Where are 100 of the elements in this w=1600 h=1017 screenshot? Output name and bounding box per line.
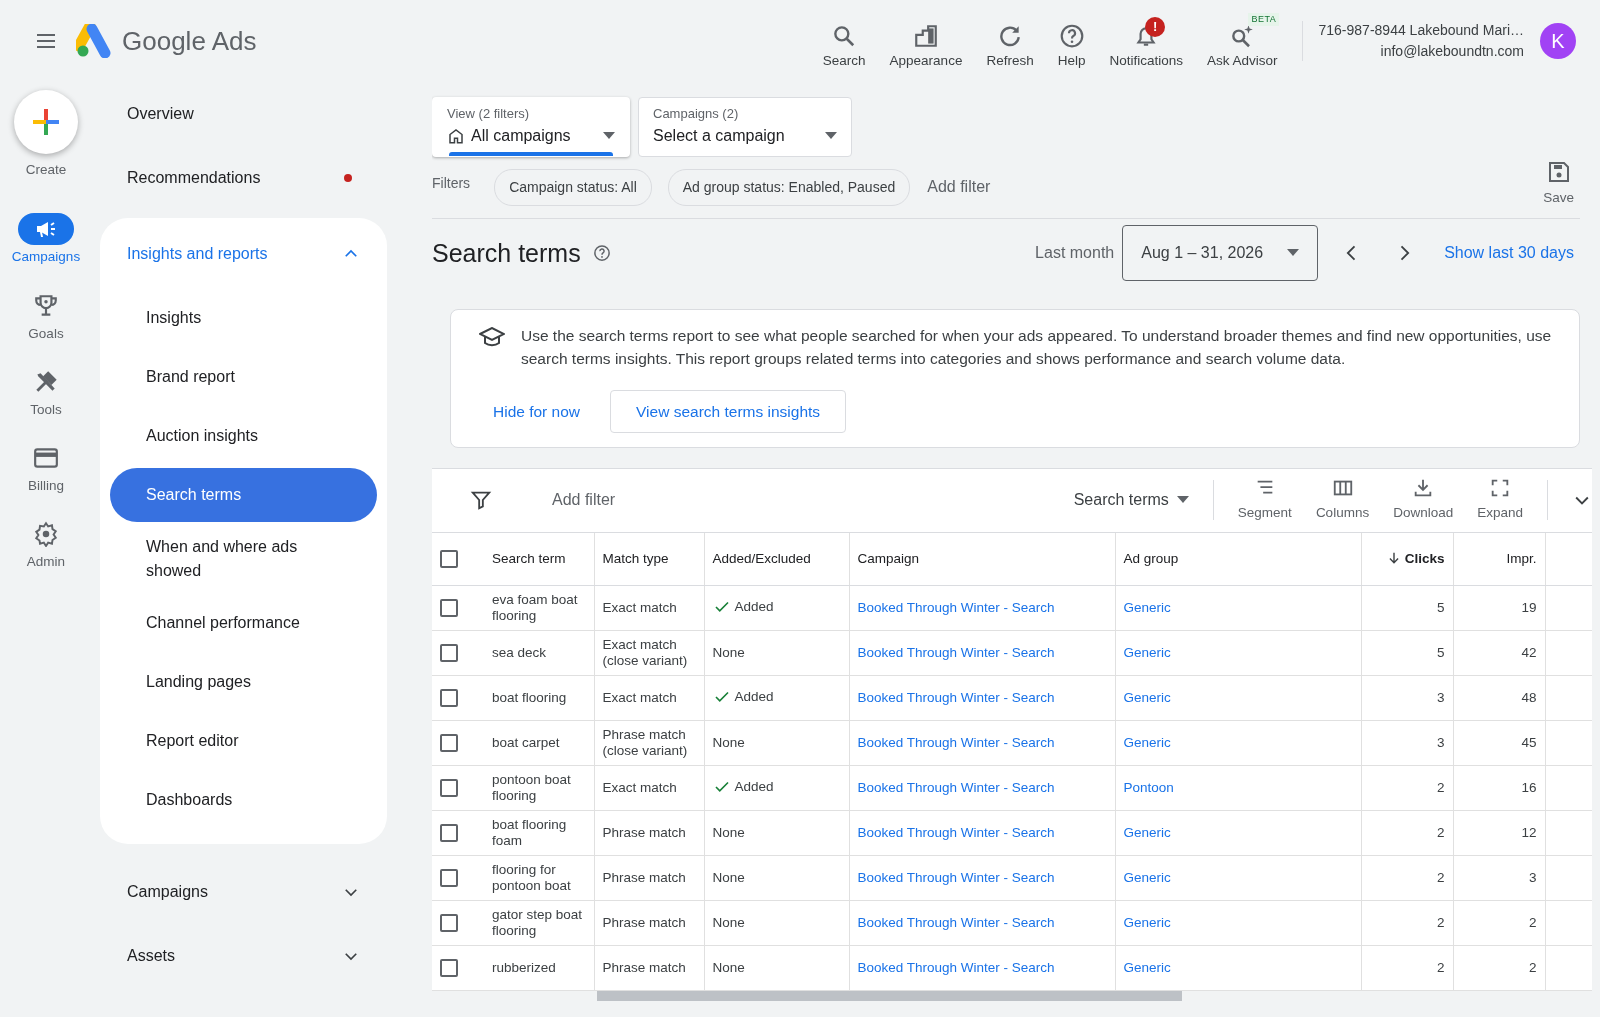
toolbar-action[interactable]: Segment [1225,477,1304,524]
row-checkbox[interactable] [440,959,458,978]
row-checkbox[interactable] [440,824,458,843]
column-header[interactable]: Ad group [1115,532,1361,586]
toolbar-action[interactable]: Columns [1303,477,1382,524]
table-link[interactable]: Generic [1123,915,1171,931]
save-button[interactable]: Save [1537,158,1580,210]
avatar[interactable]: K [1540,23,1576,59]
table-link[interactable]: Booked Through Winter - Search [857,735,1055,751]
row-checkbox[interactable] [440,869,458,888]
toolbar-button[interactable]: Search [814,10,874,72]
filter-icon[interactable] [470,489,492,512]
table-link[interactable]: Booked Through Winter - Search [857,870,1055,886]
row-checkbox[interactable] [440,734,458,753]
nav-subitem[interactable]: Insights [110,291,377,345]
nav-group-header[interactable]: Insights and reports [110,222,377,286]
table-link[interactable]: Generic [1123,825,1171,841]
table-cell: 2 [1437,915,1445,931]
table-link[interactable]: Generic [1123,870,1171,886]
table-cell: 12 [1521,825,1537,841]
bar-chart-icon [913,22,939,49]
column-header[interactable]: Search term [484,532,594,586]
help-icon[interactable] [592,243,611,262]
row-checkbox[interactable] [440,779,458,798]
column-header[interactable]: Match type [594,532,704,586]
table-link[interactable]: Generic [1123,960,1171,976]
table-cell: 2 [1437,780,1445,796]
table-cell: 3 [1529,870,1537,886]
rail-item[interactable]: Billing [0,441,92,498]
rail-item[interactable]: Admin [0,517,92,574]
create-label: Create [25,161,67,179]
table-cell: Phrase match [602,825,686,841]
report-view-dropdown[interactable]: Search terms [1067,487,1195,514]
toolbar-button[interactable]: ! Notifications [1101,10,1191,72]
nav-subitem[interactable]: Landing pages [110,655,377,709]
nav-subitem[interactable]: Brand report [110,350,377,404]
table-link[interactable]: Booked Through Winter - Search [857,690,1055,706]
row-checkbox[interactable] [440,599,458,618]
toolbar-action[interactable]: Expand [1465,477,1535,524]
rail-item[interactable]: Campaigns [0,212,92,269]
toolbar-action[interactable]: Download [1381,477,1466,524]
select-all-checkbox[interactable] [440,550,458,568]
table-cell: 2 [1437,825,1445,841]
toolbar-button[interactable]: Appearance [881,10,971,72]
nav-item[interactable]: Overview [100,82,387,146]
caret-icon [825,132,837,141]
rail-item[interactable]: Goals [0,288,92,345]
nav-subitem[interactable]: Search terms [110,468,377,522]
dropdown[interactable]: Campaigns (2) Select a campaign [638,97,852,157]
create-button[interactable] [14,90,78,154]
column-header[interactable]: Added/Excluded [704,532,849,586]
toolbar-button[interactable]: BETA Ask Advisor [1199,10,1286,72]
table-cell: gator step boat flooring [492,907,583,939]
table-link[interactable]: Booked Through Winter - Search [857,915,1055,931]
table-cell: None [712,960,745,977]
trophy-icon [33,292,59,319]
add-filter-link[interactable]: Add filter [926,174,992,200]
nav-subitem[interactable]: Dashboards [110,773,377,827]
toolbar-button[interactable]: Help [1049,10,1094,72]
table-link[interactable]: Booked Through Winter - Search [857,960,1055,976]
date-range-dropdown[interactable]: Aug 1 – 31, 2026 [1122,224,1319,281]
table-link[interactable]: Pontoon [1123,780,1174,796]
page-title: Search terms [432,237,581,268]
table-link[interactable]: Booked Through Winter - Search [857,600,1055,616]
column-header[interactable]: Campaign [849,532,1115,586]
table-link[interactable]: Booked Through Winter - Search [857,645,1055,661]
horizontal-scrollbar[interactable] [597,991,1182,1002]
nav-subitem[interactable]: Auction insights [110,409,377,463]
filter-chip[interactable]: Campaign status: All [494,168,652,206]
column-header[interactable]: Impr. [1453,532,1545,586]
add-filter-button[interactable]: Add filter [546,487,622,514]
row-checkbox[interactable] [440,914,458,933]
table-link[interactable]: Booked Through Winter - Search [857,780,1055,796]
show-last-30-days-link[interactable]: Show last 30 days [1438,239,1580,266]
table-cell: boat flooring foam [492,817,567,849]
hide-for-now-button[interactable]: Hide for now [487,398,586,424]
nav-group-header[interactable]: Campaigns [100,860,387,924]
caret-icon [1287,248,1300,257]
nav-item[interactable]: Recommendations [100,146,387,210]
save-icon [1546,159,1571,184]
nav-subitem[interactable]: Channel performance [110,596,377,650]
dropdown[interactable]: View (2 filters) All campaigns [432,97,630,157]
table-cell: Phrase match [602,870,686,886]
nav-subitem[interactable]: Report editor [110,714,377,768]
nav-subitem[interactable]: When and where ads showed [110,527,377,591]
toolbar-button[interactable]: Refresh [978,10,1042,72]
nav-group-header[interactable]: Assets [100,924,387,988]
table-link[interactable]: Generic [1123,645,1171,661]
row-checkbox[interactable] [440,644,458,663]
table-link[interactable]: Generic [1123,600,1171,616]
row-checkbox[interactable] [440,689,458,708]
table-link[interactable]: Generic [1123,735,1171,751]
table-link[interactable]: Booked Through Winter - Search [857,825,1055,841]
view-insights-button[interactable]: View search terms insights [610,389,847,433]
rail-item[interactable]: Tools [0,364,92,421]
account-name[interactable]: 716-987-8944 Lakebound Mari… [1318,20,1524,41]
column-header[interactable]: Clicks [1361,532,1453,586]
table-link[interactable]: Generic [1123,690,1171,706]
filter-chip[interactable]: Ad group status: Enabled, Paused [667,168,911,206]
caret-icon [1176,496,1189,505]
